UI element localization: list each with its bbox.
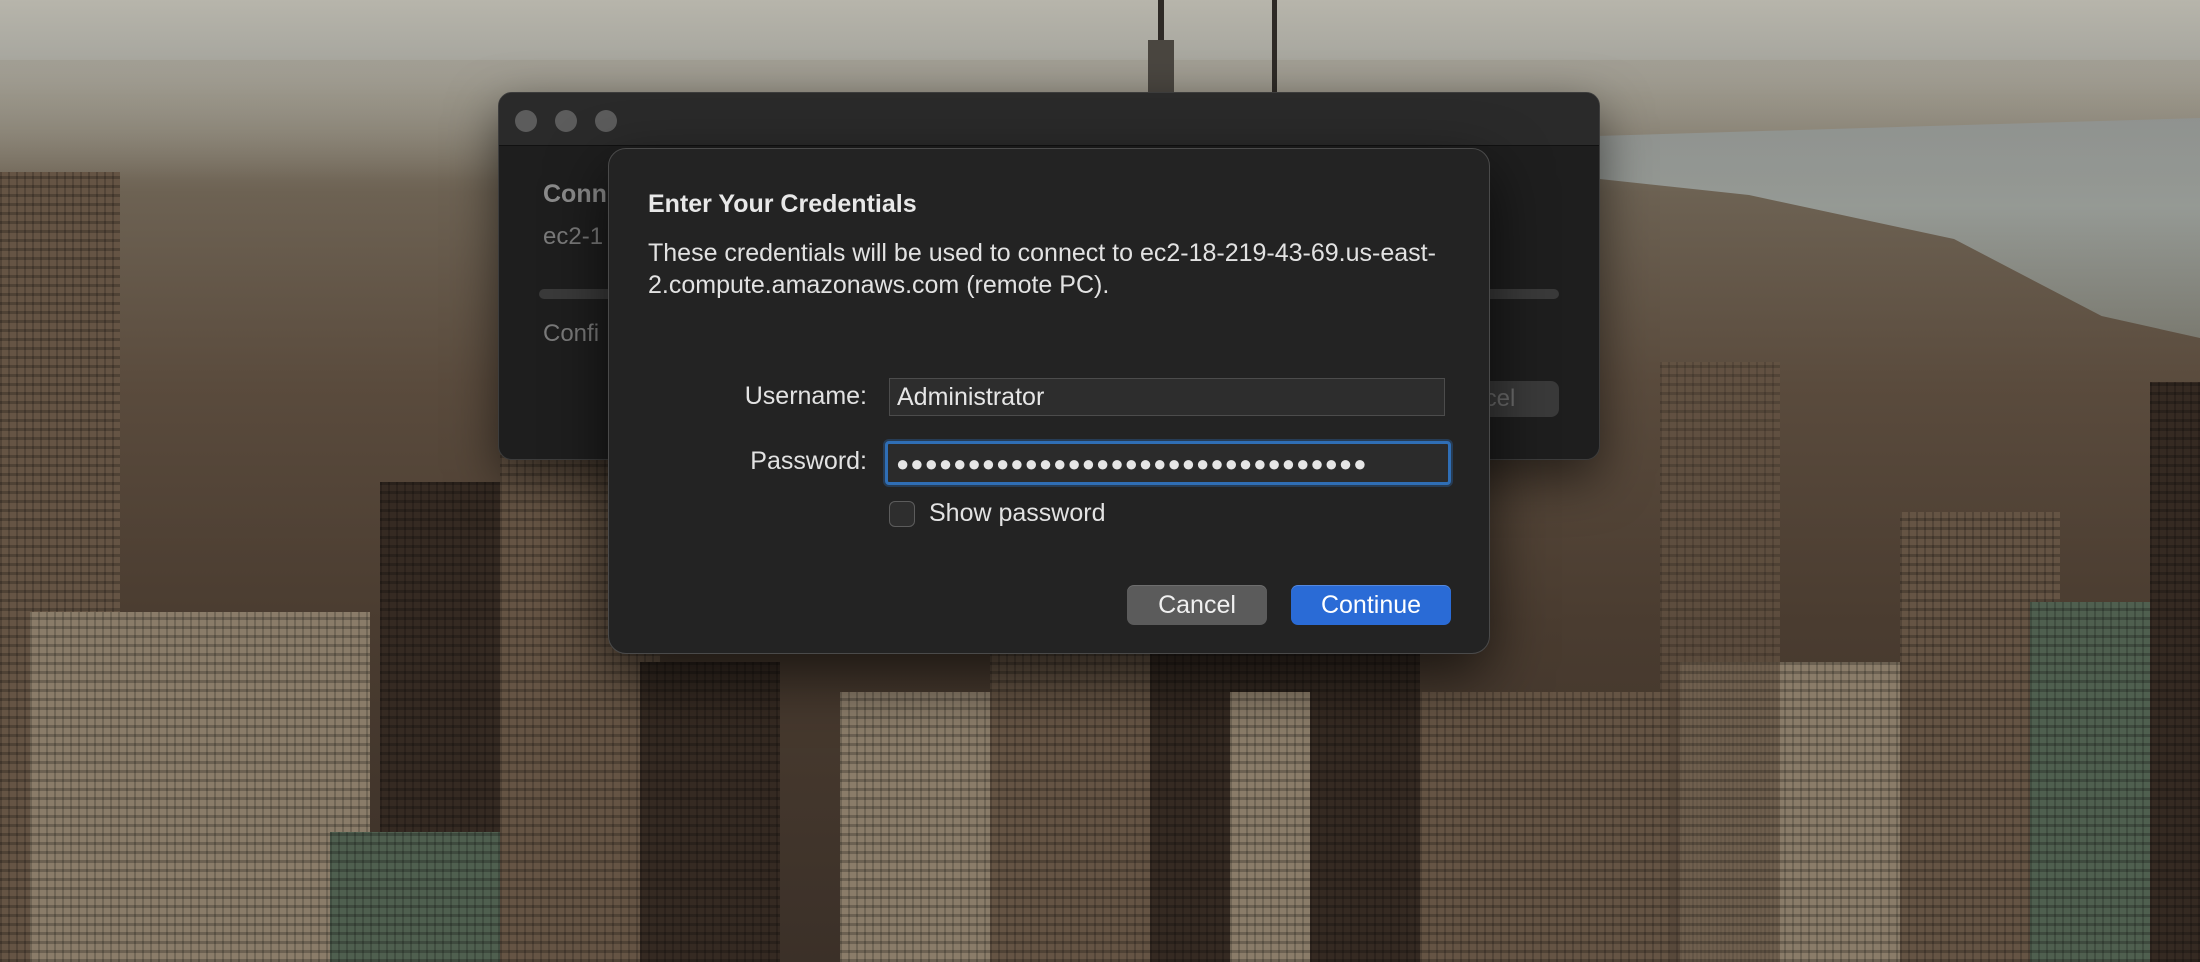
username-label: Username:: [744, 382, 867, 410]
building: [990, 622, 1150, 962]
dialog-description: These credentials will be used to connec…: [648, 239, 1436, 299]
zoom-window-button[interactable]: [595, 110, 617, 132]
connection-title: Conn: [543, 180, 607, 208]
building: [1420, 692, 1670, 962]
window-titlebar[interactable]: [499, 93, 1599, 146]
building: [2150, 382, 2200, 962]
minimize-window-button[interactable]: [555, 110, 577, 132]
distant-tower: [1148, 40, 1174, 94]
show-password-checkbox[interactable]: [889, 501, 915, 527]
building: [840, 692, 990, 962]
connection-status: Confi: [543, 320, 600, 347]
password-label: Password:: [750, 447, 867, 475]
building: [640, 662, 780, 962]
cancel-button[interactable]: Cancel: [1127, 585, 1267, 625]
password-mask: ●●●●●●●●●●●●●●●●●●●●●●●●●●●●●●●●●: [896, 451, 1368, 476]
continue-button[interactable]: Continue: [1291, 585, 1451, 625]
username-field[interactable]: [889, 378, 1445, 416]
password-field[interactable]: ●●●●●●●●●●●●●●●●●●●●●●●●●●●●●●●●●: [885, 441, 1451, 485]
dialog-title: Enter Your Credentials: [648, 190, 917, 218]
antenna-spire: [1272, 0, 1277, 92]
building: [30, 612, 370, 962]
close-window-button[interactable]: [515, 110, 537, 132]
building: [1310, 642, 1420, 962]
show-password-label[interactable]: Show password: [929, 499, 1105, 528]
connection-host: ec2-1: [543, 223, 604, 250]
credentials-dialog: Enter Your Credentials These credentials…: [608, 148, 1490, 654]
building: [2030, 602, 2160, 962]
building: [1660, 362, 1780, 962]
